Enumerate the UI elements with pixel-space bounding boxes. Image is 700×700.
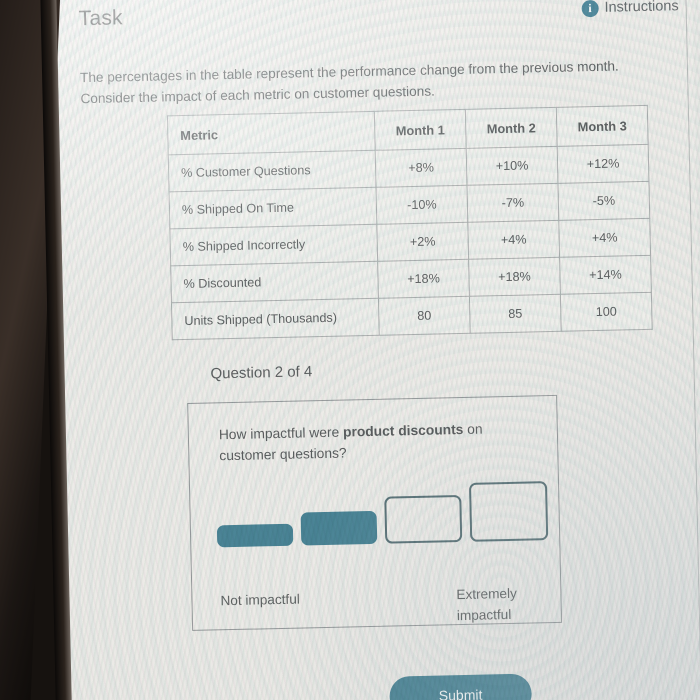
cell-month-1: +18% <box>377 259 470 299</box>
instructions-link[interactable]: i Instructions <box>581 0 679 17</box>
cell-month-3: +4% <box>558 218 651 258</box>
column-header-metric: Metric <box>167 111 376 155</box>
cell-metric: % Shipped On Time <box>169 187 377 229</box>
scale-label-low: Not impactful <box>220 591 300 609</box>
page-header: Task i Instructions <box>79 0 679 31</box>
cell-month-2: 85 <box>469 294 562 334</box>
cell-month-1: 80 <box>378 296 471 336</box>
question-card: How impactful were product discounts on … <box>187 394 563 631</box>
info-icon: i <box>581 0 599 17</box>
question-prompt-emphasis: product discounts <box>342 421 464 440</box>
column-header-month-1: Month 1 <box>374 109 467 151</box>
question-prompt: How impactful were product discounts on … <box>219 419 520 467</box>
scale-option-2[interactable] <box>300 510 378 546</box>
cell-metric: % Shipped Incorrectly <box>169 224 378 266</box>
web-page: Task i Instructions The percentages in t… <box>44 0 700 700</box>
cell-month-2: +10% <box>466 146 558 186</box>
cell-month-1: +2% <box>376 222 469 262</box>
likert-scale <box>216 470 557 548</box>
question-prompt-prefix: How impactful were <box>218 424 344 443</box>
page-title: Task <box>78 6 123 31</box>
cell-month-2: +4% <box>467 220 560 260</box>
cell-month-3: +14% <box>559 255 652 295</box>
instructions-label: Instructions <box>604 0 679 16</box>
cell-metric: % Discounted <box>170 261 379 303</box>
submit-button[interactable]: Submit <box>389 673 533 700</box>
scale-option-1[interactable] <box>216 523 294 548</box>
metrics-table: Metric Month 1 Month 2 Month 3 % Custome… <box>166 104 653 341</box>
cell-month-3: -5% <box>557 181 650 221</box>
photo-of-screen: Task i Instructions The percentages in t… <box>0 0 700 700</box>
cell-metric: % Customer Questions <box>168 150 377 192</box>
intro-paragraph: The percentages in the table represent t… <box>79 58 619 107</box>
scale-label-high: Extremely impactful <box>456 585 518 624</box>
cell-month-2: -7% <box>466 183 559 223</box>
scale-option-3[interactable] <box>384 495 463 544</box>
cell-month-3: 100 <box>560 292 653 332</box>
scale-option-4[interactable] <box>468 481 549 542</box>
column-header-month-2: Month 2 <box>465 107 558 149</box>
cell-month-2: +18% <box>468 257 561 297</box>
column-header-month-3: Month 3 <box>556 105 649 147</box>
cell-month-1: +8% <box>375 148 467 188</box>
screen-surface: Task i Instructions The percentages in t… <box>44 0 700 700</box>
cell-month-3: +12% <box>557 144 649 184</box>
cell-metric: Units Shipped (Thousands) <box>171 298 380 340</box>
cell-month-1: -10% <box>376 185 468 225</box>
question-progress: Question 2 of 4 <box>210 363 313 383</box>
